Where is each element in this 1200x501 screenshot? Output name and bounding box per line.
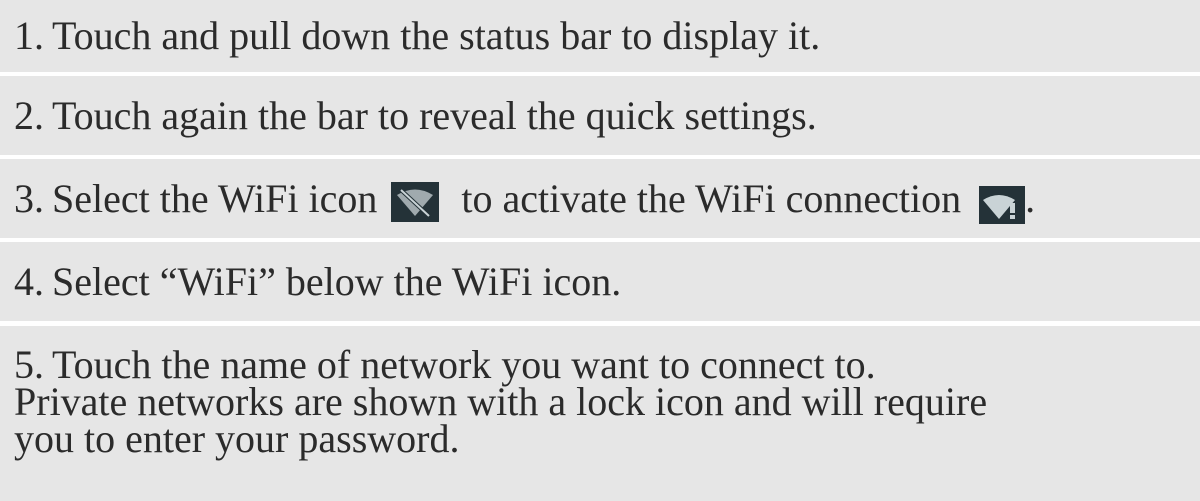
- step-number: 2.: [14, 93, 44, 138]
- step-text-before-icon: Select the WiFi icon: [52, 176, 378, 221]
- step-number: 5.: [14, 342, 44, 387]
- wifi-warning-icon: [979, 186, 1026, 224]
- step-number: 1.: [14, 13, 44, 58]
- step-number: 3.: [14, 176, 44, 221]
- step-1: 1. Touch and pull down the status bar to …: [0, 0, 1200, 72]
- wifi-off-icon: [391, 182, 440, 222]
- step-number: 4.: [14, 259, 44, 304]
- step-text-after-icon: .: [1025, 176, 1036, 221]
- instruction-steps: 1. Touch and pull down the status bar to …: [0, 0, 1200, 501]
- step-4: 4. Select “WiFi” below the WiFi icon.: [0, 242, 1200, 321]
- step-line: you to enter your password.: [14, 416, 460, 461]
- step-text-between-icons: to activate the WiFi connection: [461, 176, 962, 221]
- step-text: Touch again the bar to reveal the quick …: [52, 93, 817, 138]
- step-3: 3. Select the WiFi icon to activate the W…: [0, 159, 1200, 238]
- step-line: Private networks are shown with a lock i…: [14, 379, 988, 424]
- step-2: 2. Touch again the bar to reveal the quic…: [0, 76, 1200, 155]
- step-text: Select “WiFi” below the WiFi icon.: [52, 259, 622, 304]
- step-text: Touch and pull down the status bar to di…: [52, 13, 821, 58]
- step-line: 5. Touch the name of network you want to …: [14, 342, 1200, 387]
- step-5: 5. Touch the name of network you want to …: [0, 326, 1200, 501]
